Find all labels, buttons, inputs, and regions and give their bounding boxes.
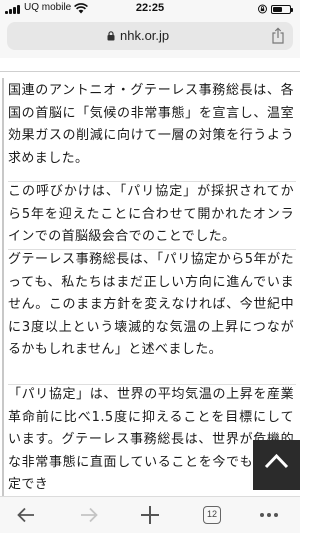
scroll-rail (2, 78, 4, 496)
browser-toolbar: 12 (0, 496, 300, 533)
url-text[interactable]: nhk.or.jp (120, 28, 169, 43)
forward-icon[interactable] (77, 503, 101, 527)
address-bar-area: nhk.or.jp (0, 18, 300, 58)
status-time: 22:25 (135, 2, 165, 14)
lock-rotation-icon (258, 4, 267, 14)
new-tab-icon[interactable] (138, 503, 162, 527)
paragraph-3: グテーレス事務総長は、「パリ協定から5年がたっても、私たちはまだ正しい方向に進ん… (8, 252, 294, 358)
article-body: 国連のアントニオ・グテーレス事務総長は、各国の首脳に「気候の非常事態」を宣言し、… (0, 58, 300, 496)
more-icon[interactable] (257, 503, 281, 527)
battery-level (273, 7, 282, 12)
paragraph-1: 国連のアントニオ・グテーレス事務総長は、各国の首脳に「気候の非常事態」を宣言し、… (8, 83, 294, 166)
status-bar: UQ mobile 22:25 (0, 0, 300, 18)
address-bar[interactable]: nhk.or.jp (7, 22, 293, 50)
lock-icon (107, 31, 115, 41)
paragraph-4: 「パリ協定」は、世界の平均気温の上昇を産業革命前に比べ1.5度に抑えることを目標… (8, 387, 294, 493)
paragraph-2: この呼びかけは、「パリ協定」が採択されてから5年を迎えたことに合わせて開かれたオ… (8, 184, 294, 245)
share-icon[interactable] (271, 27, 285, 44)
top-divider (0, 71, 300, 72)
chevron-up-icon (264, 453, 289, 469)
scroll-to-top-button[interactable] (253, 440, 300, 490)
back-icon[interactable] (14, 503, 38, 527)
battery-icon (271, 5, 293, 14)
tabs-icon[interactable]: 12 (203, 506, 221, 524)
